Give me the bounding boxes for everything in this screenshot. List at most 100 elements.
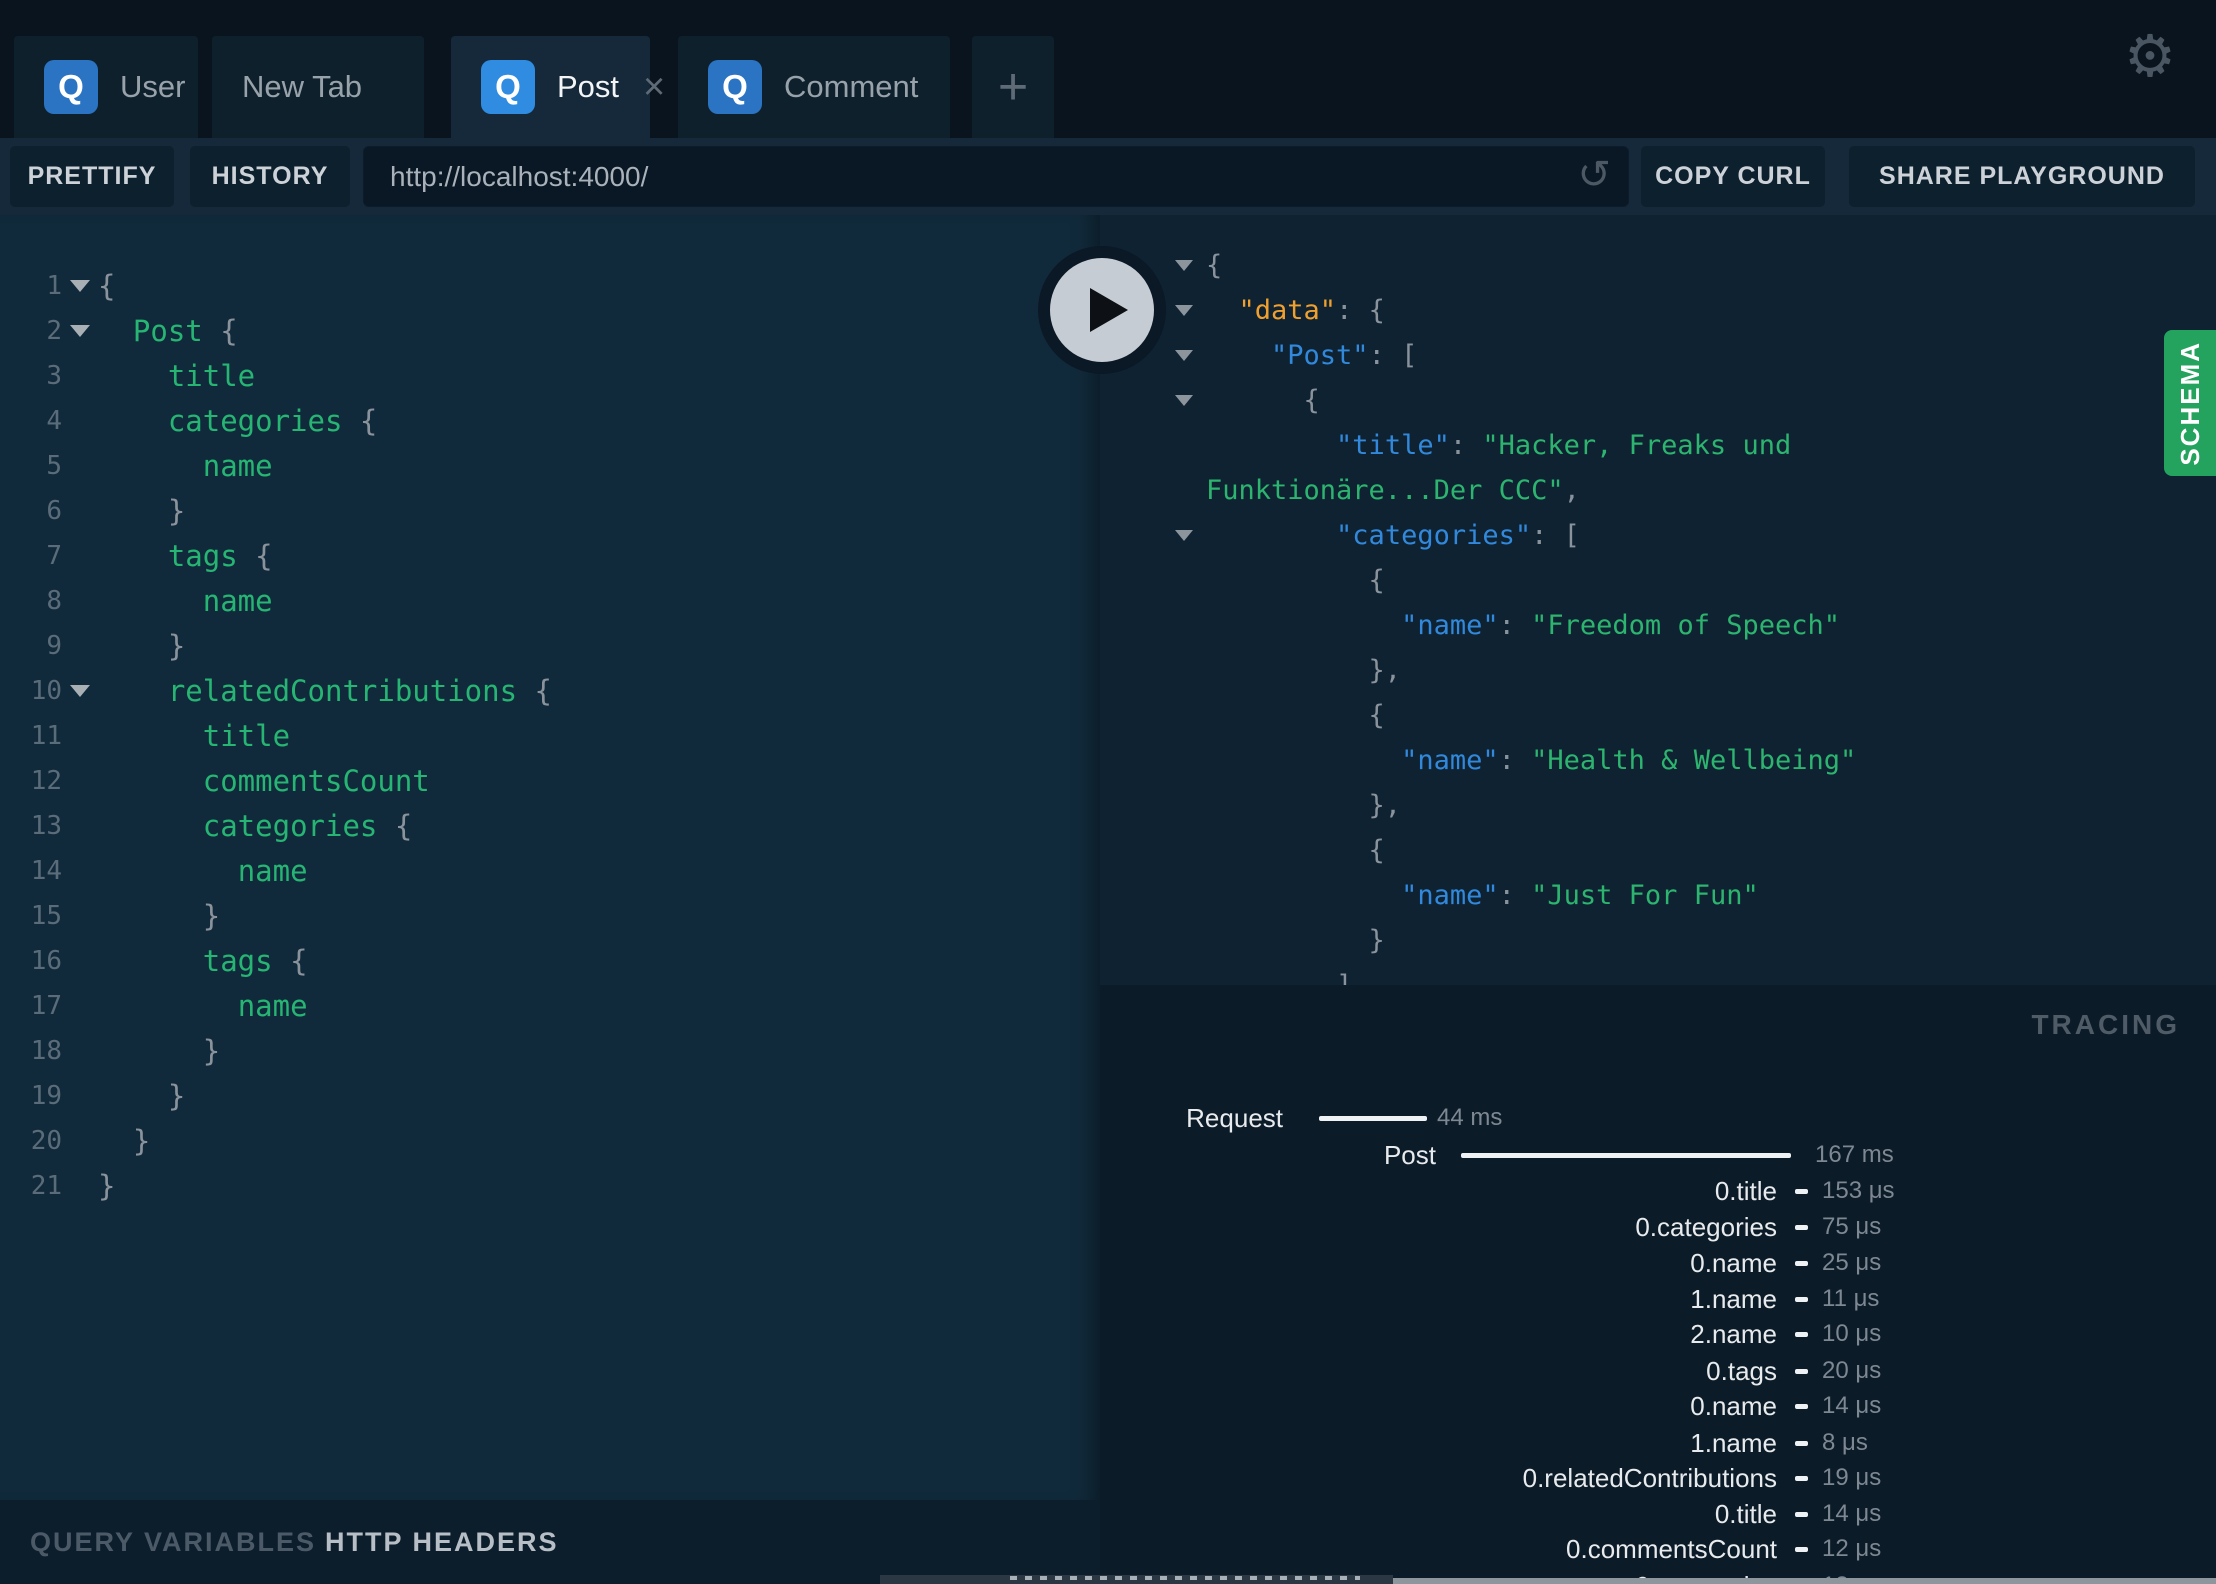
line-number: 21 <box>30 1170 62 1201</box>
tab-label: Post <box>557 69 620 104</box>
code-text: tags { <box>98 539 273 573</box>
line-number: 14 <box>30 855 62 886</box>
close-tab-icon[interactable]: × <box>643 68 665 106</box>
collapse-arrow <box>1175 260 1193 271</box>
response-line: "name": "Freedom of Speech" <box>1162 603 2216 648</box>
editor-line[interactable]: 1{ <box>0 263 1100 308</box>
code-token: : <box>1498 745 1532 776</box>
fold-arrow <box>70 279 90 292</box>
code-token: { <box>98 268 116 303</box>
editor-line[interactable]: 11 title <box>0 713 1100 758</box>
editor-line[interactable]: 18 } <box>0 1028 1100 1073</box>
code-token: name <box>202 583 273 618</box>
editor-line[interactable]: 4 categories { <box>0 398 1100 443</box>
tracing-duration-dash <box>1795 1225 1808 1230</box>
editor-line[interactable]: 17 name <box>0 983 1100 1028</box>
collapse-toggle-icon[interactable] <box>1162 305 1206 316</box>
fold-toggle-icon[interactable] <box>62 279 98 292</box>
line-number: 18 <box>30 1035 62 1066</box>
reload-schema-icon[interactable]: ↺ <box>1577 152 1611 198</box>
code-token: "name" <box>1401 745 1499 776</box>
schema-side-tab[interactable]: SCHEMA <box>2164 330 2216 476</box>
response-line: "categories": [ <box>1162 513 2216 558</box>
collapse-toggle-icon[interactable] <box>1162 260 1206 271</box>
tracing-duration-dash <box>1795 1404 1808 1409</box>
code-token: "name" <box>1401 880 1499 911</box>
editor-line[interactable]: 3 title <box>0 353 1100 398</box>
editor-line[interactable]: 14 name <box>0 848 1100 893</box>
fold-toggle-icon[interactable] <box>62 324 98 337</box>
copy-curl-button[interactable]: COPY CURL <box>1641 146 1825 207</box>
editor-line[interactable]: 10 relatedContributions { <box>0 668 1100 713</box>
code-token: { <box>1206 700 1385 731</box>
schema-tab-label: SCHEMA <box>2174 340 2205 466</box>
code-text: } <box>98 494 185 528</box>
endpoint-url-input[interactable] <box>363 146 1629 207</box>
new-tab-button[interactable]: + <box>972 36 1054 138</box>
collapse-toggle-icon[interactable] <box>1162 350 1206 361</box>
editor-line[interactable]: 8 name <box>0 578 1100 623</box>
collapse-toggle-icon[interactable] <box>1162 530 1206 541</box>
editor-line[interactable]: 2 Post { <box>0 308 1100 353</box>
response-line: { <box>1162 558 2216 603</box>
query-variables-tab[interactable]: QUERY VARIABLES <box>30 1500 316 1584</box>
tracing-duration-value: 8 μs <box>1822 1429 1868 1456</box>
tracing-duration-value: 44 ms <box>1437 1104 1503 1131</box>
tab-label: Comment <box>784 69 919 104</box>
editor-line[interactable]: 13 categories { <box>0 803 1100 848</box>
http-headers-tab[interactable]: HTTP HEADERS <box>325 1500 559 1584</box>
response-text: "title": "Hacker, Freaks und <box>1206 430 1791 461</box>
tab-new-tab[interactable]: New Tab <box>212 36 424 138</box>
response-lines: { "data": { "Post": [ { "title": "Hacker… <box>1162 243 2216 985</box>
fold-toggle-icon[interactable] <box>62 684 98 697</box>
line-number: 2 <box>46 315 62 346</box>
tracing-field-row: 0.commentsCount 12 μs <box>1100 1531 2216 1567</box>
line-number: 5 <box>46 450 62 481</box>
code-text: name <box>98 449 273 483</box>
response-line: { <box>1162 828 2216 873</box>
code-token: } <box>98 1078 186 1113</box>
editor-line[interactable]: 12 commentsCount <box>0 758 1100 803</box>
code-text: title <box>98 359 255 393</box>
editor-line[interactable]: 20 } <box>0 1118 1100 1163</box>
history-button[interactable]: HISTORY <box>190 146 350 207</box>
code-token: } <box>98 1168 116 1203</box>
code-token: "Post" <box>1271 340 1369 371</box>
response-text: Funktionäre...Der CCC", <box>1206 475 1580 506</box>
code-text: } <box>98 1079 185 1113</box>
code-token: } <box>98 628 186 663</box>
editor-line[interactable]: 19 } <box>0 1073 1100 1118</box>
code-text: } <box>98 1124 150 1158</box>
tab-user[interactable]: Q User <box>14 36 198 138</box>
editor-line[interactable]: 6 } <box>0 488 1100 533</box>
code-token: "Freedom of Speech" <box>1531 610 1840 641</box>
code-token: Post <box>132 313 203 348</box>
editor-line[interactable]: 5 name <box>0 443 1100 488</box>
tab-label: New Tab <box>242 69 363 104</box>
prettify-button[interactable]: PRETTIFY <box>10 146 174 207</box>
editor-line[interactable]: 15 } <box>0 893 1100 938</box>
tracing-panel: TRACING Request 44 ms Post 167 ms 0.title 153… <box>1100 985 2216 1584</box>
collapse-toggle-icon[interactable] <box>1162 395 1206 406</box>
tab-post[interactable]: Q Post × <box>451 36 665 138</box>
settings-gear-icon[interactable]: ⚙ <box>2124 22 2176 90</box>
tab-comment[interactable]: Q Comment <box>678 36 950 138</box>
query-editor[interactable]: 1{2 Post {3 title 4 categories {5 name 6 }… <box>0 215 1100 1500</box>
tab-label: User <box>120 69 186 104</box>
response-text: "name": "Just For Fun" <box>1206 880 1759 911</box>
code-token: tags <box>202 943 273 978</box>
editor-line[interactable]: 7 tags { <box>0 533 1100 578</box>
editor-line[interactable]: 9 } <box>0 623 1100 668</box>
editor-line[interactable]: 16 tags { <box>0 938 1100 983</box>
line-number: 4 <box>46 405 62 436</box>
execute-query-button[interactable] <box>1038 246 1166 374</box>
share-playground-button[interactable]: SHARE PLAYGROUND <box>1849 146 2195 207</box>
response-text: { <box>1206 250 1222 281</box>
editor-line[interactable]: 21} <box>0 1163 1100 1208</box>
tracing-field-row: 0.title 14 μs <box>1100 1496 2216 1532</box>
clipped-text-tops <box>1010 1576 1360 1580</box>
line-number: 10 <box>30 675 62 706</box>
